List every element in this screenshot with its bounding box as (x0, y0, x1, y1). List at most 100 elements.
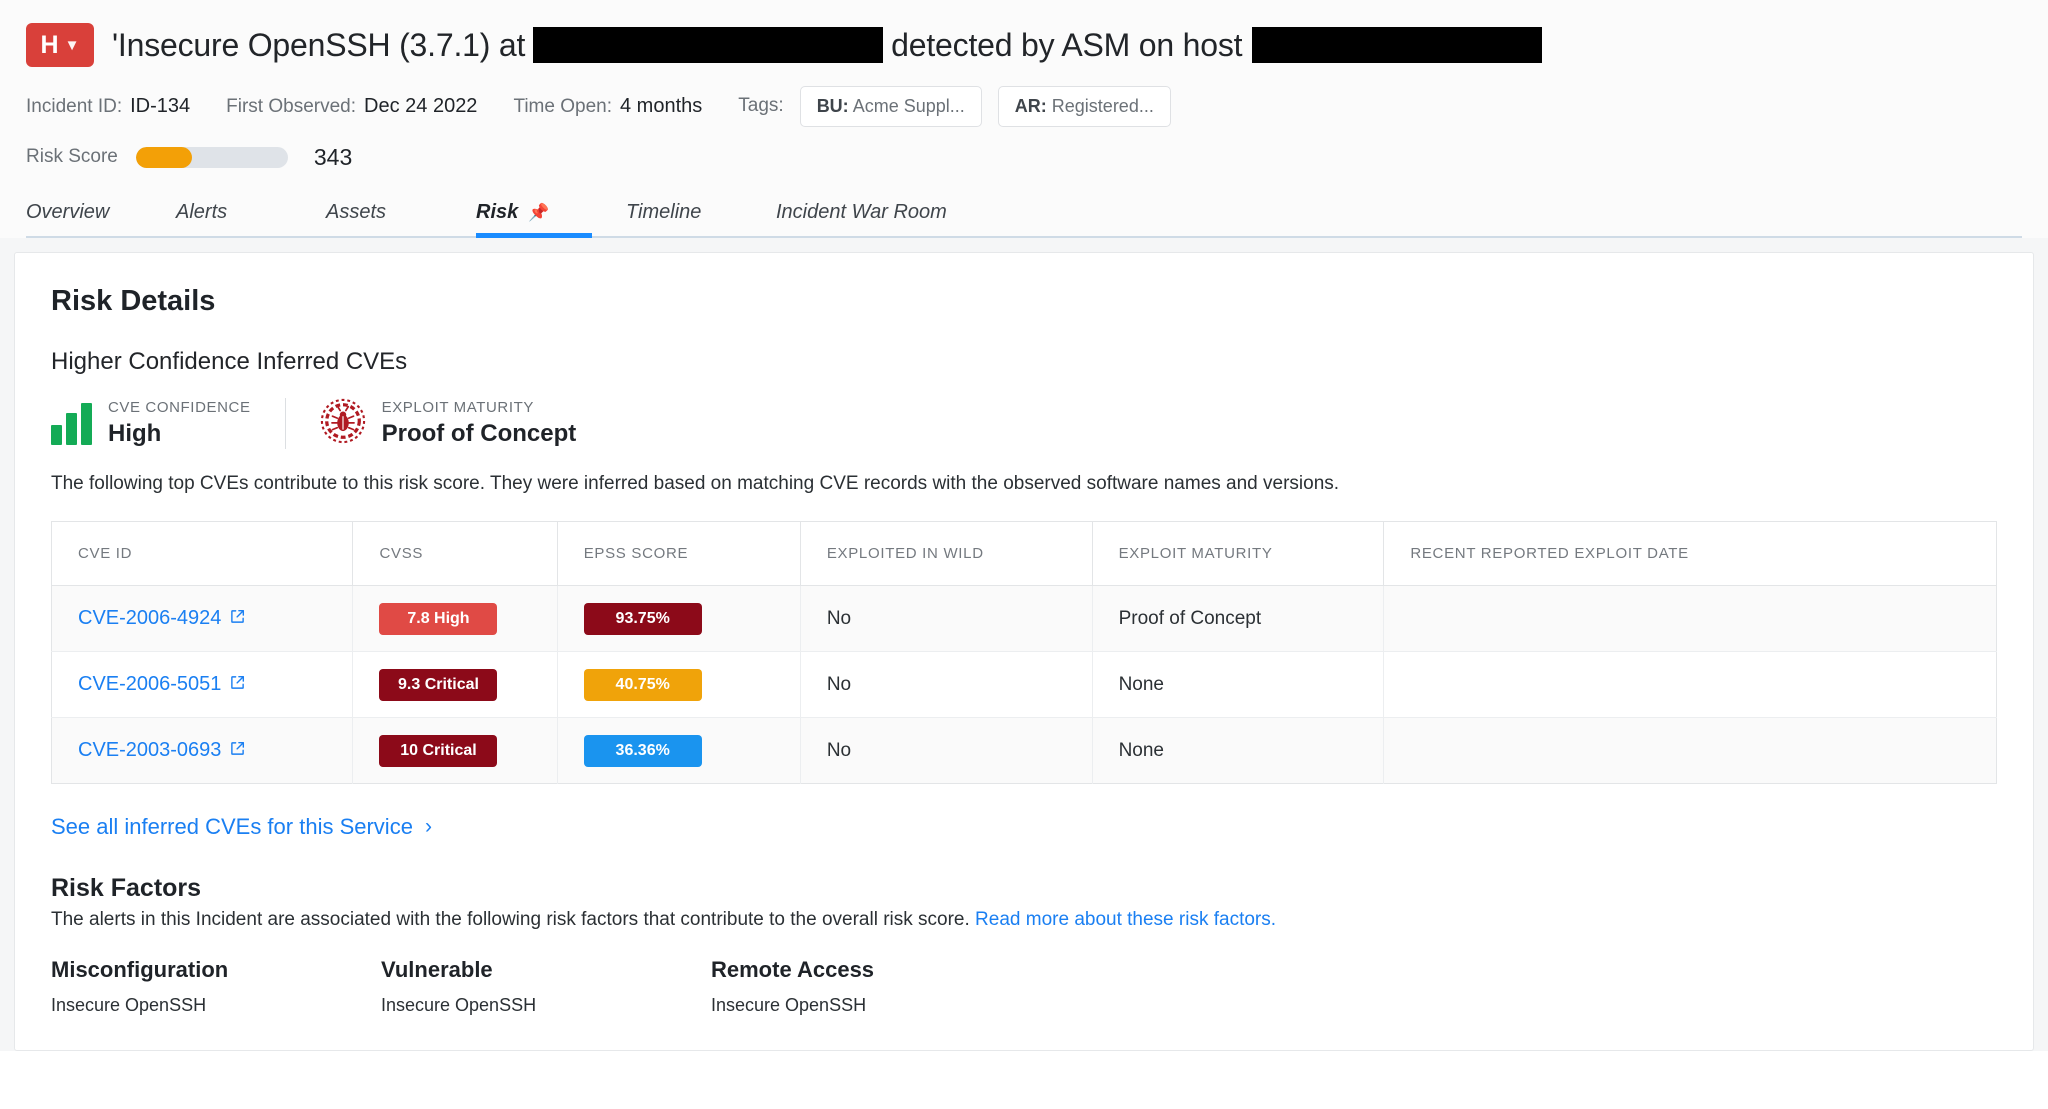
read-more-risk-factors-link[interactable]: Read more about these risk factors. (975, 909, 1276, 930)
table-row: CVE-2003-0693 10 Critical 36.36% No None (51, 717, 1997, 784)
inferred-cve-table: CVE ID CVSS EPSS SCORE EXPLOITED IN WILD EXP… (51, 521, 1997, 784)
epss-badge: 36.36% (583, 734, 702, 767)
cell-exploit-maturity: None (1092, 717, 1385, 784)
cvss-badge: 9.3 Critical (379, 668, 498, 701)
chevron-right-icon: › (424, 815, 432, 838)
cell-recent-reported-exploit-date (1383, 585, 1997, 652)
meta-first-observed: First Observed: Dec 24 2022 (226, 95, 477, 118)
risk-factor-item: Misconfiguration Insecure OpenSSH (51, 957, 381, 1016)
cell-cve-id: CVE-2003-0693 (51, 717, 354, 784)
risk-score-value: 343 (313, 143, 353, 170)
tab-overview[interactable]: Overview (26, 201, 176, 236)
column-header: EXPLOIT MATURITY (1092, 521, 1385, 586)
table-body: CVE-2006-4924 7.8 High 93.75% No Proof of Co… (51, 585, 1997, 784)
cve-confidence-caption: CVE CONFIDENCE (108, 399, 251, 416)
severity-badge-label: H (40, 30, 59, 59)
pin-icon[interactable]: 📌 (528, 203, 549, 223)
cvss-badge: 7.8 High (379, 602, 498, 635)
cve-id-link[interactable]: CVE-2003-0693 (78, 739, 245, 762)
tag-chip-bu[interactable]: BU: Acme Suppl... (799, 85, 982, 127)
risk-factor-title: Remote Access (711, 957, 875, 982)
risk-factor-item: Remote Access Insecure OpenSSH (711, 957, 1041, 1016)
cell-cvss: 10 Critical (352, 717, 558, 784)
incident-meta-row: Incident ID: ID-134 First Observed: Dec … (26, 85, 2022, 127)
cell-recent-reported-exploit-date (1383, 717, 1997, 784)
exploit-maturity-value: Proof of Concept (381, 420, 577, 447)
risk-factor-value: Insecure OpenSSH (51, 995, 207, 1015)
cve-id-label: CVE-2006-5051 (78, 673, 222, 695)
see-all-inferred-cves-label: See all inferred CVEs for this Service (51, 814, 413, 839)
cell-epss-score: 36.36% (557, 717, 801, 784)
higher-confidence-heading: Higher Confidence Inferred CVEs (51, 348, 408, 375)
see-all-inferred-cves-link[interactable]: See all inferred CVEs for this Service › (51, 814, 432, 840)
external-link-icon (230, 739, 245, 762)
epss-badge: 93.75% (583, 602, 702, 635)
tab-label: Alerts (176, 201, 228, 223)
tab-alerts[interactable]: Alerts (176, 201, 326, 236)
cve-confidence-block: CVE CONFIDENCE High (51, 399, 285, 448)
meta-incident-id-value: ID-134 (130, 94, 191, 117)
column-header: CVSS (352, 521, 558, 586)
exploit-maturity-block: EXPLOIT MATURITY Proof of Concept (284, 398, 611, 449)
cell-exploit-maturity: None (1092, 651, 1385, 718)
tab-assets[interactable]: Assets (326, 201, 476, 236)
tag-chip-ar[interactable]: AR: Registered... (997, 85, 1171, 127)
page-title: 'Insecure OpenSSH (3.7.1) at detected by… (112, 27, 1550, 64)
meta-first-observed-label: First Observed: (226, 95, 357, 117)
external-link-icon (230, 607, 245, 630)
table-header-row: CVE ID CVSS EPSS SCORE EXPLOITED IN WILD EXP… (51, 521, 1997, 586)
epss-badge: 40.75% (583, 668, 702, 701)
risk-details-heading: Risk Details (51, 285, 216, 317)
bar-chart-icon (51, 402, 92, 445)
tab-incident-war-room[interactable]: Incident War Room (776, 201, 996, 236)
cell-cve-id: CVE-2006-4924 (51, 585, 354, 652)
risk-score-progress-fill (135, 146, 193, 168)
incident-tabs: Overview Alerts Assets Risk 📌 Timeline Inciden… (26, 190, 2022, 238)
incident-header: H ▼ 'Insecure OpenSSH (3.7.1) at detecte… (0, 0, 2048, 238)
redacted-block-host (1252, 27, 1543, 63)
tab-label: Incident War Room (776, 201, 947, 223)
cve-id-label: CVE-2003-0693 (78, 739, 222, 761)
page-title-part-2: detected by ASM on host (891, 26, 1243, 63)
chevron-down-icon: ▼ (64, 36, 80, 54)
column-header: EPSS SCORE (557, 521, 801, 586)
risk-score-row: Risk Score 343 (26, 140, 2022, 174)
cell-exploited-in-wild: No (800, 717, 1093, 784)
bug-icon (320, 398, 366, 449)
severity-badge-dropdown[interactable]: H ▼ (26, 23, 94, 67)
risk-factors-description-text: The alerts in this Incident are associat… (51, 909, 970, 930)
tab-label: Assets (326, 201, 387, 223)
cell-exploited-in-wild: No (800, 651, 1093, 718)
risk-score-label: Risk Score (26, 146, 118, 167)
risk-details-card: Risk Details Higher Confidence Inferred … (14, 252, 2034, 1051)
meta-time-open-value: 4 months (620, 94, 703, 117)
content-background: Risk Details Higher Confidence Inferred … (0, 238, 2048, 1051)
risk-factors-description: The alerts in this Incident are associat… (51, 909, 1997, 931)
risk-factor-title: Vulnerable (381, 957, 493, 982)
tag-chip-ar-key: AR: (1014, 95, 1047, 116)
column-header: EXPLOITED IN WILD (800, 521, 1093, 586)
risk-factor-item: Vulnerable Insecure OpenSSH (381, 957, 711, 1016)
tab-timeline[interactable]: Timeline (626, 201, 776, 236)
column-header: RECENT REPORTED EXPLOIT DATE (1383, 521, 1997, 586)
cell-cvss: 9.3 Critical (352, 651, 558, 718)
tab-risk[interactable]: Risk 📌 (476, 201, 626, 238)
cve-table-description: The following top CVEs contribute to thi… (51, 473, 1340, 494)
risk-score-progress-track (135, 146, 288, 168)
tags-label: Tags: (738, 95, 784, 116)
cvss-badge: 10 Critical (379, 734, 498, 767)
risk-factor-value: Insecure OpenSSH (381, 995, 537, 1015)
risk-factor-value: Insecure OpenSSH (711, 995, 867, 1015)
redacted-block-service (533, 27, 884, 63)
cve-id-link[interactable]: CVE-2006-4924 (78, 607, 245, 630)
confidence-strip: CVE CONFIDENCE High EXPLOIT MATURITY Pro… (51, 398, 1997, 449)
tag-chip-ar-value: Registered... (1051, 95, 1154, 116)
cve-id-link[interactable]: CVE-2006-5051 (78, 673, 245, 696)
meta-time-open: Time Open: 4 months (513, 95, 702, 118)
external-link-icon (230, 673, 245, 696)
risk-factor-title: Misconfiguration (51, 957, 229, 982)
meta-incident-id-label: Incident ID: (26, 95, 123, 117)
tab-label: Overview (26, 201, 110, 223)
cell-epss-score: 40.75% (557, 651, 801, 718)
meta-time-open-label: Time Open: (513, 95, 612, 117)
